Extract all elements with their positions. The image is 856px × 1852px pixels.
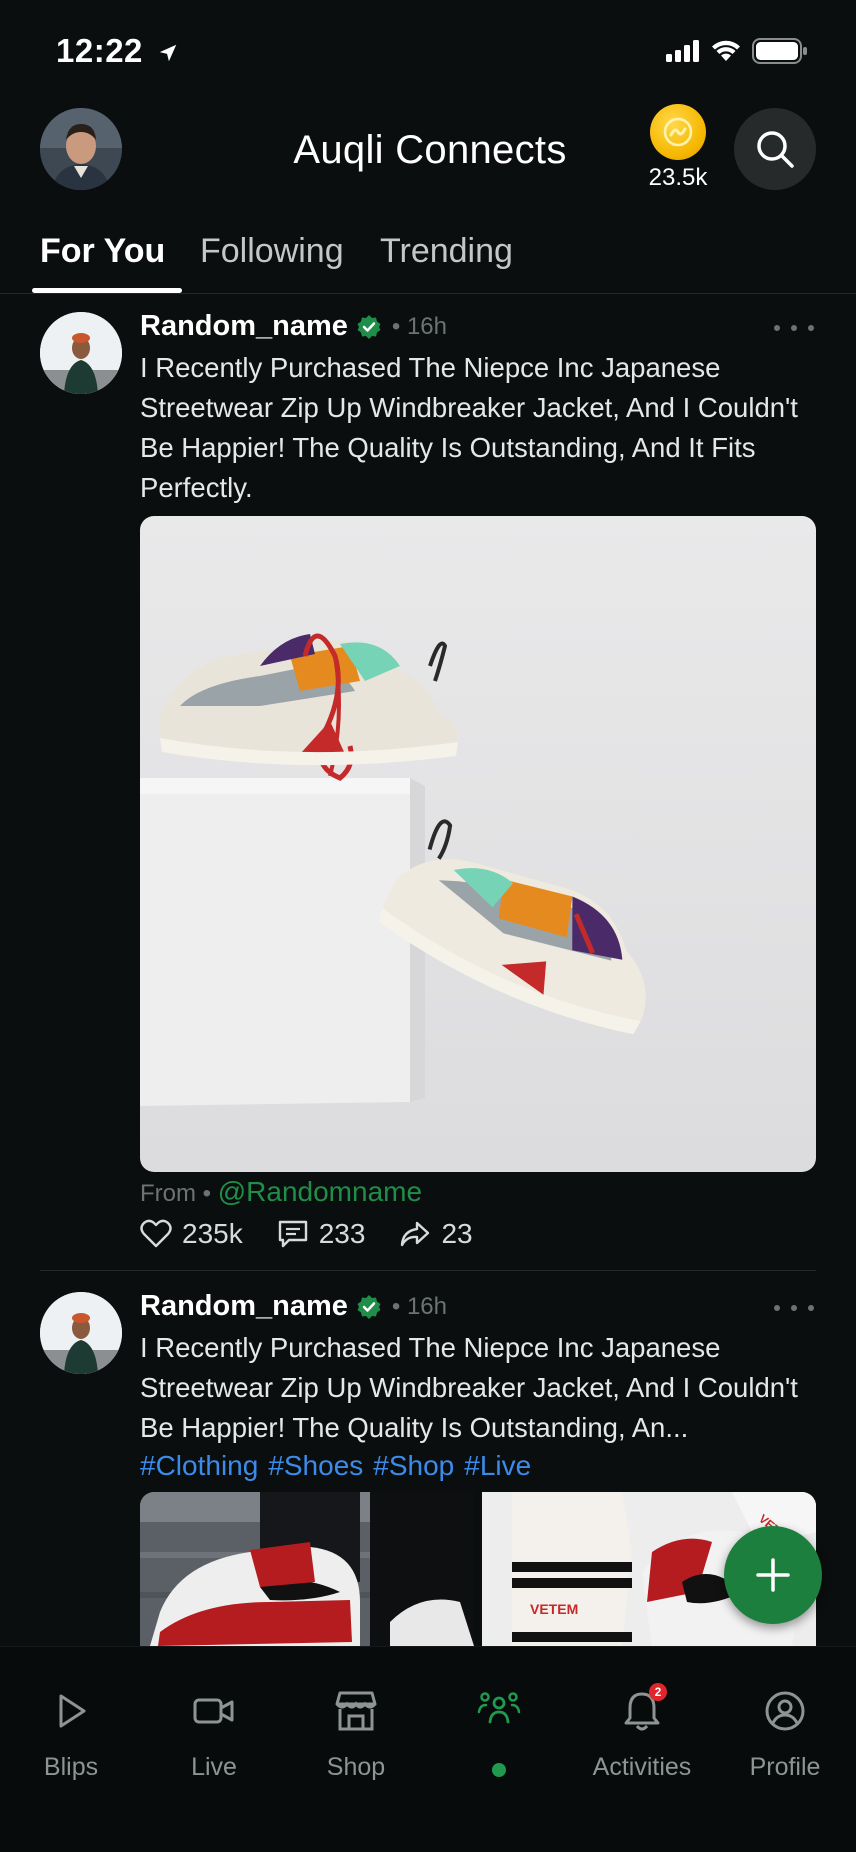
post-time: • 16h [391, 312, 448, 340]
community-icon [477, 1692, 521, 1724]
nav-label: Shop [326, 1753, 386, 1781]
hashtag-link[interactable]: #Clothing [140, 1450, 258, 1481]
battery-icon [752, 38, 807, 64]
verified-badge-icon [357, 314, 381, 339]
hashtag-link[interactable]: #Live [464, 1450, 531, 1481]
nav-item-profile[interactable]: Profile [714, 1683, 856, 1782]
sock-brand-text: VETEM [530, 1601, 578, 1617]
feed-tabs: For You Following Trending [0, 222, 856, 294]
red-sneaker-photo [140, 1492, 474, 1646]
status-time: 12:22 [56, 32, 179, 70]
hashtag-link[interactable]: #Shoes [268, 1450, 363, 1481]
active-nav-indicator [492, 1763, 506, 1777]
post-image-sneakers[interactable] [140, 516, 816, 1172]
nav-item-shop[interactable]: Shop [285, 1683, 427, 1782]
search-button[interactable] [734, 108, 816, 190]
user-circle-icon [765, 1691, 805, 1731]
like-button[interactable]: 235k [140, 1218, 243, 1250]
from-label: From • [140, 1180, 212, 1207]
status-time-text: 12:22 [56, 32, 143, 69]
heart-icon [140, 1219, 172, 1248]
tab-for-you[interactable]: For You [40, 232, 165, 271]
status-icons [666, 38, 808, 64]
verified-badge-icon [357, 1294, 381, 1319]
search-icon [757, 131, 794, 168]
nav-item-live[interactable]: Live [143, 1683, 285, 1782]
nav-label: Activities [592, 1753, 692, 1781]
author-avatar-image [40, 312, 122, 394]
coin-balance[interactable]: 23.5k [646, 104, 710, 192]
post-header: Random_name • 16h [140, 1290, 447, 1323]
post-header: Random_name • 16h [140, 310, 447, 343]
wifi-icon [712, 40, 740, 61]
comment-button[interactable]: 233 [277, 1218, 366, 1250]
plus-icon [756, 1558, 790, 1592]
post-source: From • @Randomname [140, 1176, 422, 1208]
sneakers-photo [140, 516, 816, 1172]
comment-icon [278, 1220, 307, 1248]
coin-count: 23.5k [648, 164, 708, 191]
post-divider [40, 1270, 816, 1271]
create-post-button[interactable] [724, 1526, 822, 1624]
active-tab-indicator [32, 288, 182, 293]
post-time: • 16h [391, 1292, 448, 1320]
post-image-red-sneaker[interactable] [140, 1492, 474, 1646]
post-author-avatar[interactable] [40, 312, 122, 394]
post-author-name[interactable]: Random_name [140, 1290, 348, 1323]
location-arrow-icon [159, 45, 176, 62]
author-avatar-image [40, 1292, 122, 1374]
nav-label: Live [191, 1753, 237, 1781]
store-icon [335, 1691, 377, 1731]
post-author-avatar[interactable] [40, 1292, 122, 1374]
from-handle-link[interactable]: @Randomname [218, 1176, 422, 1207]
like-count: 235k [182, 1218, 243, 1249]
play-icon [59, 1694, 86, 1728]
notification-badge: 2 [649, 1683, 667, 1701]
post-author-name[interactable]: Random_name [140, 310, 348, 343]
more-options-icon[interactable] [774, 318, 814, 338]
coin-icon [650, 104, 706, 160]
nav-item-community[interactable] [428, 1683, 570, 1777]
bottom-navigation: Blips Live Shop 2 Activities Profile [0, 1646, 856, 1852]
video-camera-icon [193, 1698, 234, 1724]
post-text: I Recently Purchased The Niepce Inc Japa… [140, 1332, 798, 1443]
nav-label: Blips [43, 1753, 99, 1781]
post-actions: 235k 233 23 [140, 1218, 507, 1250]
status-bar: 12:22 [0, 0, 856, 100]
app-header: Auqli Connects 23.5k [0, 100, 856, 210]
nav-label: Profile [749, 1753, 821, 1781]
cellular-signal-icon [666, 40, 699, 62]
comment-count: 233 [318, 1218, 366, 1249]
tab-following[interactable]: Following [200, 232, 344, 271]
app-title: Auqli Connects [293, 128, 567, 172]
nav-item-blips[interactable]: Blips [0, 1683, 142, 1782]
hashtag-link[interactable]: #Shop [373, 1450, 454, 1481]
post-hashtags: #Clothing #Shoes #Shop #Live [140, 1450, 541, 1482]
more-options-icon[interactable] [774, 1298, 814, 1318]
share-count: 23 [441, 1218, 473, 1249]
share-icon [401, 1221, 430, 1247]
tab-trending[interactable]: Trending [380, 232, 513, 271]
post-text: I Recently Purchased The Niepce Inc Japa… [140, 352, 798, 503]
share-button[interactable]: 23 [399, 1218, 473, 1250]
nav-item-activities[interactable]: 2 Activities [571, 1683, 713, 1782]
